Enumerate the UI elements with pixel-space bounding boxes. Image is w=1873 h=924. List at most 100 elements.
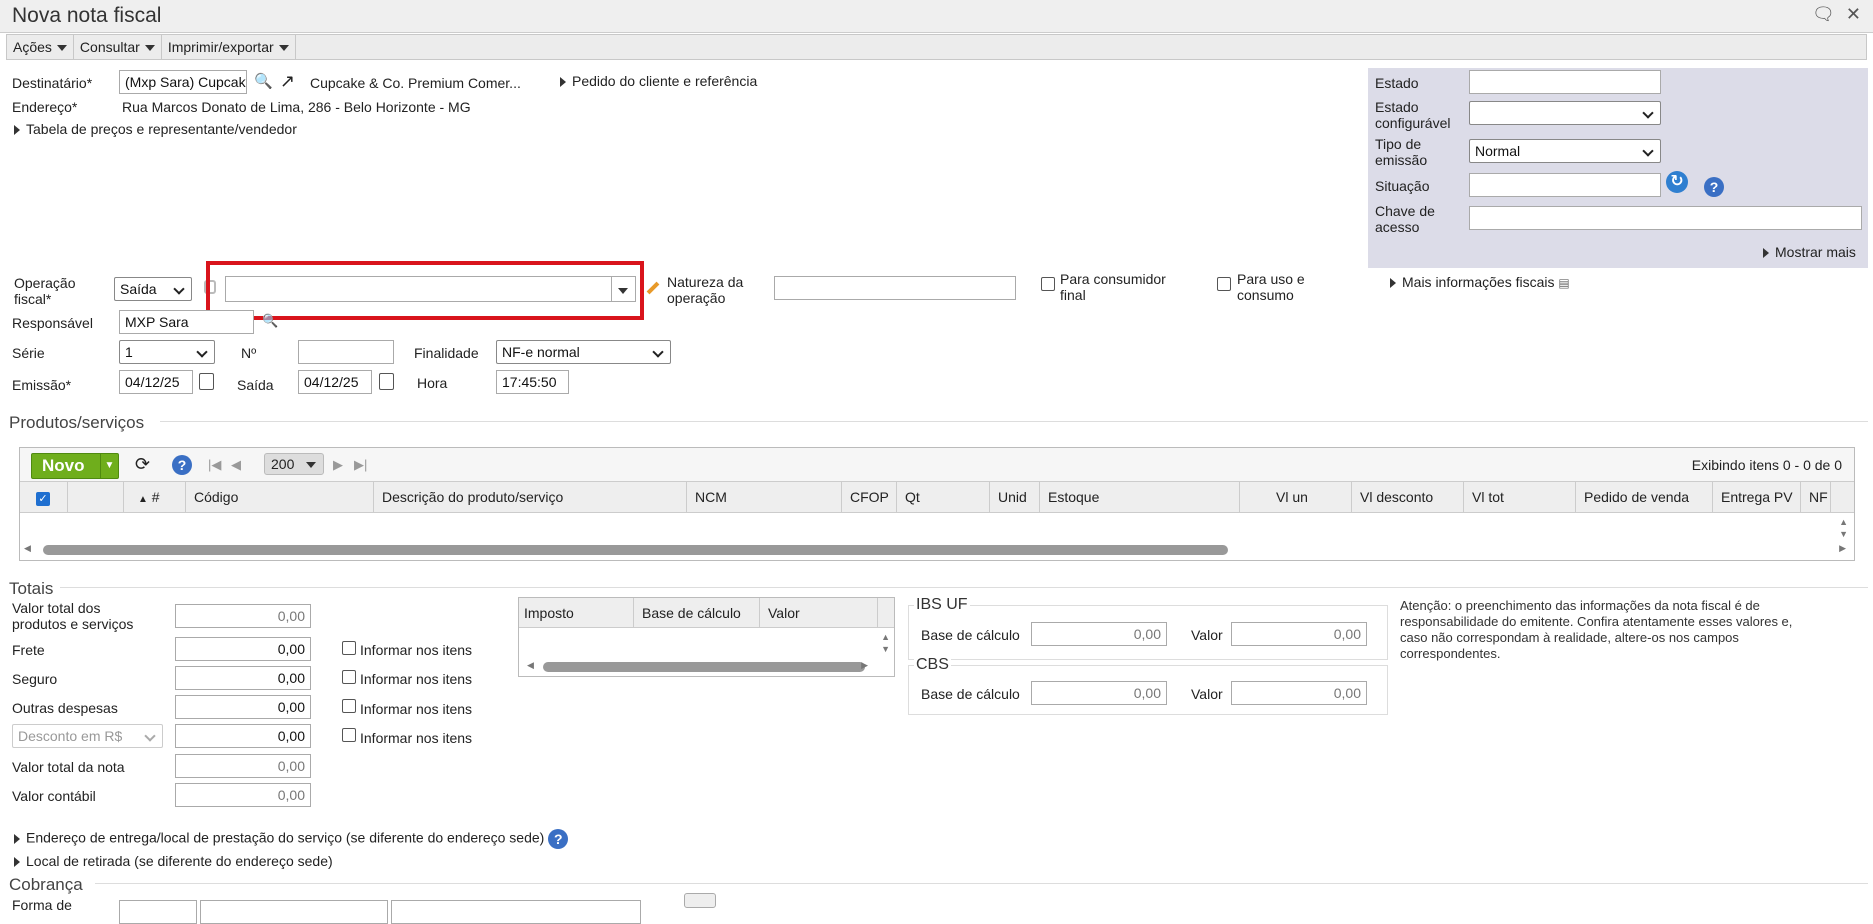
search-icon[interactable]: 🔍 (254, 72, 273, 90)
serie-select[interactable]: 1 (119, 340, 215, 364)
sort-up-icon: ▲ (138, 494, 148, 505)
col-qt[interactable]: Qt (897, 482, 990, 513)
prev-page-icon[interactable]: ◀ (231, 457, 241, 473)
search-icon[interactable]: 🔍 (262, 313, 278, 329)
outras-informar-checkbox[interactable] (342, 699, 356, 713)
help-icon[interactable]: ? (548, 829, 569, 849)
estado-configuravel-label: Estado configurável (1375, 99, 1451, 131)
close-icon[interactable]: ✕ (1846, 4, 1861, 24)
estado-configuravel-select[interactable] (1469, 101, 1661, 125)
chave-input[interactable] (1469, 206, 1862, 230)
calendar-icon[interactable] (199, 373, 214, 390)
saida-label: Saída (237, 377, 274, 393)
seguro-informar-checkbox[interactable] (342, 670, 356, 684)
menu-imprimir[interactable]: Imprimir/exportar (162, 35, 296, 59)
vertical-scroll-arrows[interactable]: ▲ ▼ (1839, 516, 1848, 540)
col-unid[interactable]: Unid (990, 482, 1040, 513)
menu-consultar[interactable]: Consultar (74, 35, 162, 59)
finalidade-select[interactable]: NF-e normal (496, 340, 671, 364)
hora-input[interactable]: 17:45:50 (496, 370, 569, 394)
mostrar-mais-link[interactable]: Mostrar mais (1763, 244, 1856, 260)
col-ncm[interactable]: NCM (687, 482, 842, 513)
horizontal-scrollbar[interactable] (43, 545, 1228, 555)
scroll-left-icon[interactable]: ◀ (527, 660, 534, 671)
col-descricao[interactable]: Descrição do produto/serviço (374, 482, 687, 513)
col-select-all[interactable]: ✓ (20, 482, 68, 513)
novo-button[interactable]: Novo ▼ (31, 453, 119, 479)
tipo-emissao-select[interactable]: Normal (1469, 139, 1661, 163)
comment-icon[interactable]: 🗨 (1812, 4, 1835, 24)
cobranca-input-3[interactable] (391, 900, 641, 924)
first-page-icon[interactable]: |◀ (208, 457, 221, 473)
scroll-right-icon[interactable]: ▶ (861, 660, 868, 671)
desconto-input[interactable]: 0,00 (175, 724, 311, 748)
col-number[interactable]: ▲ # (124, 482, 186, 513)
scroll-left-icon[interactable]: ◀ (24, 543, 31, 554)
last-page-icon[interactable]: ▶| (354, 457, 367, 473)
tabela-link[interactable]: Tabela de preços e representante/vendedo… (14, 121, 297, 137)
col-entrega[interactable]: Entrega PV (1713, 482, 1801, 513)
saida-input[interactable]: 04/12/25 (298, 370, 372, 394)
desconto-select[interactable]: Desconto em R$ (12, 724, 163, 748)
col-base[interactable]: Base de cálculo (634, 598, 760, 628)
operacao-select[interactable]: Saída (114, 277, 192, 301)
col-vl-tot[interactable]: Vl tot (1464, 482, 1576, 513)
numero-input[interactable] (298, 340, 394, 364)
situacao-input[interactable] (1469, 173, 1661, 197)
col-nf[interactable]: NF (1801, 482, 1831, 513)
col-valor[interactable]: Valor (760, 598, 878, 628)
next-page-icon[interactable]: ▶ (333, 457, 343, 473)
caret-right-icon (14, 125, 20, 136)
novo-dropdown-icon[interactable]: ▼ (100, 454, 118, 478)
menu-bar: Ações Consultar Imprimir/exportar (6, 34, 1867, 60)
seguro-label: Seguro (12, 671, 58, 687)
responsavel-input[interactable]: MXP Sara (119, 310, 254, 334)
combo-dropdown-button[interactable] (611, 277, 635, 301)
emissao-input[interactable]: 04/12/25 (119, 370, 193, 394)
forma-input[interactable] (119, 900, 197, 924)
refresh-icon[interactable]: ⟳ (135, 454, 150, 475)
frete-informar-checkbox[interactable] (342, 641, 356, 655)
col-imposto[interactable]: Imposto (519, 598, 634, 628)
estado-label: Estado (1375, 75, 1419, 91)
horizontal-scrollbar[interactable] (543, 662, 865, 672)
menu-acoes[interactable]: Ações (7, 35, 74, 59)
uso-consumo-checkbox[interactable] (1217, 277, 1231, 291)
grid-toolbar: Novo ▼ ⟳ ? |◀ ◀ 200 ▶ ▶| Exibindo itens 0… (20, 448, 1854, 482)
checkbox-checked-icon[interactable]: ✓ (36, 492, 50, 506)
help-icon[interactable]: ? (172, 455, 192, 475)
desconto-informar-checkbox[interactable] (342, 728, 356, 742)
pedido-link[interactable]: Pedido do cliente e referência (560, 73, 757, 89)
attachment-button[interactable] (684, 893, 716, 908)
consumidor-final-checkbox[interactable] (1041, 277, 1055, 291)
mais-info-label: Mais informações fiscais (1402, 274, 1555, 290)
col-vl-desconto[interactable]: Vl desconto (1352, 482, 1464, 513)
seguro-input[interactable]: 0,00 (175, 666, 311, 690)
frete-input[interactable]: 0,00 (175, 637, 311, 661)
col-estoque[interactable]: Estoque (1040, 482, 1240, 513)
help-icon[interactable]: ? (1704, 177, 1724, 197)
page-size-select[interactable]: 200 (264, 453, 324, 475)
calendar-icon[interactable] (379, 373, 394, 390)
pencil-icon[interactable] (646, 281, 660, 295)
col-codigo[interactable]: Código (186, 482, 374, 513)
col-cfop[interactable]: CFOP (842, 482, 897, 513)
exibindo-text: Exibindo itens 0 - 0 de 0 (1691, 457, 1842, 473)
col-pedido[interactable]: Pedido de venda (1576, 482, 1713, 513)
destinatario-input[interactable]: (Mxp Sara) Cupcak (119, 70, 247, 94)
vertical-scroll-arrows[interactable]: ▲ ▼ (881, 631, 890, 655)
external-link-icon[interactable]: ↗ (280, 71, 295, 92)
scroll-right-icon[interactable]: ▶ (1839, 543, 1846, 554)
natureza-input[interactable] (774, 276, 1016, 300)
refresh-icon[interactable]: ↻ (1666, 171, 1688, 193)
cobranca-input-2[interactable] (200, 900, 388, 924)
estado-input[interactable] (1469, 70, 1661, 94)
entrega-link[interactable]: Endereço de entrega/local de prestação d… (14, 829, 569, 849)
mais-info-link[interactable]: Mais informações fiscais ▤ (1390, 274, 1570, 291)
col-vl-un[interactable]: Vl un (1240, 482, 1352, 513)
operacao-combo[interactable] (225, 276, 636, 302)
valor-contabil-input: 0,00 (175, 783, 311, 807)
retirada-link[interactable]: Local de retirada (se diferente do ender… (14, 853, 333, 869)
outras-input[interactable]: 0,00 (175, 695, 311, 719)
side-panel (1368, 68, 1868, 268)
